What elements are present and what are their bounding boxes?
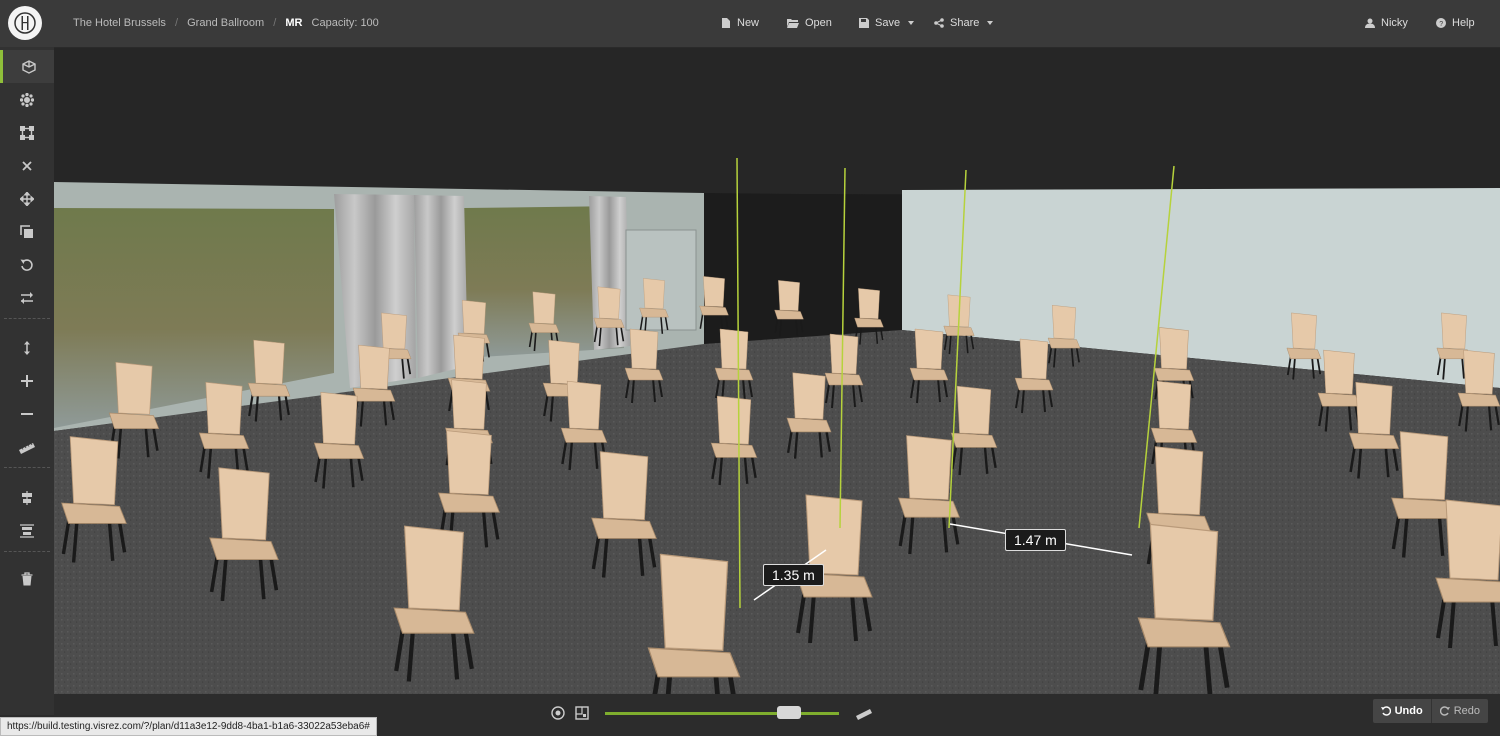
target-icon[interactable] (551, 706, 565, 720)
tool-sidebar (0, 47, 54, 715)
zoom-slider-thumb[interactable] (777, 706, 801, 719)
redo-icon (1439, 706, 1450, 716)
chevron-down-icon (987, 21, 994, 25)
file-icon (722, 18, 730, 28)
ruler-icon[interactable] (855, 706, 873, 720)
app-logo[interactable] (8, 6, 42, 40)
capacity-label: Capacity: 100 (311, 17, 379, 29)
close-icon[interactable] (0, 149, 54, 182)
align-center-icon[interactable] (0, 481, 54, 514)
breadcrumb-plan[interactable]: MR (285, 17, 302, 29)
user-icon (1365, 18, 1375, 28)
breadcrumb-venue[interactable]: The Hotel Brussels (73, 17, 166, 29)
save-label: Save (875, 17, 901, 29)
save-icon (859, 18, 869, 28)
status-url: https://build.testing.visrez.com/?/plan/… (0, 717, 377, 736)
chevron-down-icon (908, 21, 915, 25)
history-controls: Undo Redo (1372, 699, 1488, 723)
plan-view-icon[interactable] (575, 706, 589, 720)
copy-icon[interactable] (0, 215, 54, 248)
distance-label: 1.47 m (1005, 529, 1066, 551)
share-label: Share (950, 17, 980, 29)
height-icon[interactable] (0, 331, 54, 364)
undo-button[interactable]: Undo (1373, 699, 1432, 723)
plus-icon[interactable] (0, 364, 54, 397)
breadcrumb-separator: / (175, 17, 179, 29)
help-button[interactable]: ? Help (1436, 17, 1475, 29)
undo-label: Undo (1394, 705, 1423, 717)
logo-mark-icon (14, 12, 36, 34)
3d-viewport[interactable]: 1.35 m 1.47 m (54, 48, 1500, 694)
new-button[interactable]: New (721, 17, 759, 29)
tool-divider (4, 318, 50, 319)
select-area-icon[interactable] (0, 116, 54, 149)
new-label: New (737, 17, 760, 29)
share-icon (934, 18, 944, 28)
svg-text:?: ? (1439, 21, 1443, 28)
breadcrumb: The Hotel Brussels / Grand Ballroom / MR… (73, 17, 385, 29)
breadcrumb-room[interactable]: Grand Ballroom (187, 17, 264, 29)
folder-open-icon (787, 19, 799, 28)
zoom-slider[interactable] (605, 712, 839, 715)
top-bar: The Hotel Brussels / Grand Ballroom / MR… (0, 0, 1500, 48)
open-label: Open (805, 17, 832, 29)
distribute-icon[interactable] (0, 514, 54, 547)
3d-view-icon[interactable] (0, 50, 54, 83)
distance-label: 1.35 m (763, 564, 824, 586)
trash-icon[interactable] (0, 562, 54, 595)
redo-button[interactable]: Redo (1432, 699, 1488, 723)
user-menu[interactable]: Nicky (1365, 17, 1408, 29)
save-button[interactable]: Save (859, 17, 915, 29)
help-icon: ? (1436, 18, 1446, 28)
undo-icon (1380, 706, 1391, 716)
user-name: Nicky (1381, 17, 1408, 29)
help-label: Help (1452, 17, 1475, 29)
redo-label: Redo (1453, 705, 1480, 717)
breadcrumb-separator: / (273, 17, 277, 29)
move-icon[interactable] (0, 182, 54, 215)
tool-divider (4, 551, 50, 552)
swap-icon[interactable] (0, 281, 54, 314)
rotate-icon[interactable] (0, 248, 54, 281)
share-button[interactable]: Share (934, 17, 994, 29)
ruler-icon[interactable] (0, 430, 54, 463)
room-scene (54, 48, 1500, 694)
layout-icon[interactable] (0, 83, 54, 116)
open-button[interactable]: Open (787, 17, 832, 29)
minus-icon[interactable] (0, 397, 54, 430)
tool-divider (4, 467, 50, 468)
